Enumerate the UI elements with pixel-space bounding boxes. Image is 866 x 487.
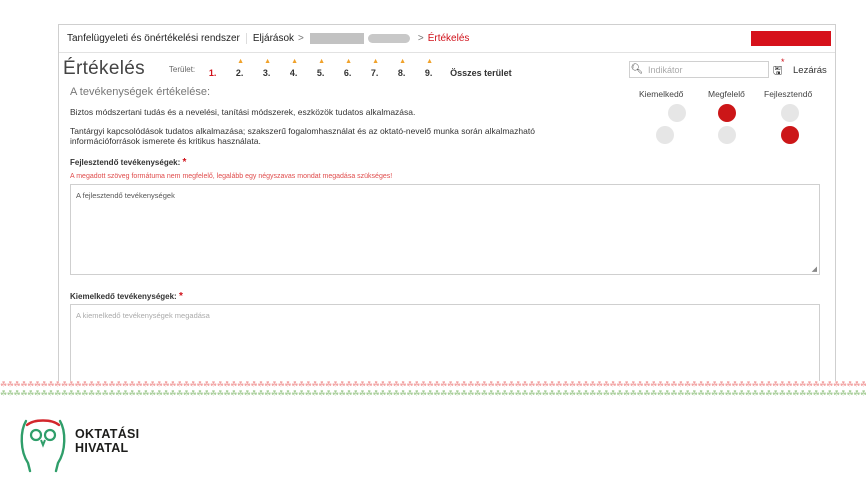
outstanding-textarea-placeholder: A kiemelkedő tevékenységek megadása	[76, 311, 210, 320]
tab-area-8[interactable]: ▲ 8.	[388, 58, 415, 78]
required-mark: *	[178, 291, 183, 302]
text-fields: Fejlesztendő tevékenységek: * A megadott…	[59, 151, 835, 381]
warning-icon: ▲	[426, 58, 434, 65]
outstanding-label: Kiemelkedő tevékenységek: *	[70, 291, 183, 302]
evaluation-window: Tanfelügyeleti és önértékelési rendszer …	[58, 24, 836, 381]
develop-textarea[interactable]: A fejlesztendő tevékenységek ◢	[70, 184, 820, 275]
tab-area-4[interactable]: ▲ 4.	[280, 58, 307, 78]
breadcrumb-separator: >	[298, 33, 304, 44]
warning-icon: ▲	[345, 58, 353, 65]
develop-error-message: A megadott szöveg formátuma nem megfelel…	[70, 173, 393, 180]
redacted-procedure-id	[367, 34, 410, 43]
tab-area-label: 1.	[208, 68, 217, 78]
warning-icon: ▲	[237, 58, 245, 65]
decorative-pattern: ☘☘☘☘☘☘☘☘☘☘☘☘☘☘☘☘☘☘☘☘☘☘☘☘☘☘☘☘☘☘☘☘☘☘☘☘☘☘☘☘…	[0, 380, 866, 408]
breadcrumb-separator: >	[417, 33, 424, 44]
breadcrumb-procedures[interactable]: Eljárások	[253, 33, 294, 44]
tab-area-1[interactable]: 1.	[199, 60, 226, 78]
warning-icon: ▲	[399, 58, 407, 65]
evaluation-row: Tantárgyi kapcsolódások tudatos alkalmaz…	[59, 121, 835, 151]
logo-line-1: OKTATÁSI	[75, 427, 140, 441]
tab-area-7[interactable]: ▲ 7.	[361, 58, 388, 78]
indicator-search: 🔍︎	[629, 61, 769, 78]
tab-area-6[interactable]: ▲ 6.	[334, 58, 361, 78]
tab-all-areas[interactable]: Összes terület	[450, 60, 512, 78]
warning-icon: ▲	[264, 58, 272, 65]
tab-area-9[interactable]: ▲ 9.	[415, 58, 442, 78]
evaluation-heading: A tevékenységek értékelése:	[70, 86, 211, 98]
close-evaluation-button[interactable]: Lezárás	[793, 65, 827, 76]
tab-area-label: 2.	[235, 68, 244, 78]
search-icon: 🔍︎	[630, 64, 644, 75]
logo-line-2: HIVATAL	[75, 441, 129, 455]
warning-icon: ▲	[291, 58, 299, 65]
warning-icon: ▲	[318, 58, 326, 65]
row-text: Tantárgyi kapcsolódások tudatos alkalmaz…	[70, 126, 535, 146]
warning-icon: ▲	[372, 58, 380, 65]
tab-area-label: 9.	[424, 68, 433, 78]
tab-area-label: 4.	[289, 68, 298, 78]
column-outstanding: Kiemelkedő	[639, 89, 684, 99]
tab-area-2[interactable]: ▲ 2.	[226, 58, 253, 78]
owl-icon	[20, 419, 66, 473]
area-label: Terület:	[168, 64, 196, 74]
rating-outstanding-radio[interactable]	[668, 104, 686, 122]
save-icon[interactable]: 🖫︎ *	[773, 57, 785, 81]
rating-outstanding-radio[interactable]	[656, 126, 674, 144]
evaluation-row: Biztos módszertani tudás és a nevelési, …	[59, 103, 835, 122]
tab-area-label: 6.	[343, 68, 352, 78]
pattern-line: ☘☘☘☘☘☘☘☘☘☘☘☘☘☘☘☘☘☘☘☘☘☘☘☘☘☘☘☘☘☘☘☘☘☘☘☘☘☘☘☘…	[0, 389, 866, 398]
breadcrumb: Tanfelügyeleti és önértékelési rendszer …	[59, 25, 835, 53]
develop-label: Fejlesztendő tevékenységek: *	[70, 157, 187, 168]
column-to-develop: Fejlesztendő	[764, 89, 813, 99]
rating-adequate-radio[interactable]	[718, 126, 736, 144]
logo-text: OKTATÁSI HIVATAL	[75, 427, 139, 455]
area-tabs: 1. ▲ 2. ▲ 3. ▲ 4. ▲ 5. ▲ 6. ▲ 7. ▲ 8. ▲ 9.	[199, 58, 442, 78]
page-header: Értékelés Terület: 1. ▲ 2. ▲ 3. ▲ 4. ▲ 5. ▲ 6. ▲ 7. ▲…	[59, 53, 835, 85]
redacted-procedure-name	[309, 33, 364, 44]
search-input[interactable]	[644, 64, 758, 75]
tab-area-label: 8.	[397, 68, 406, 78]
tab-area-label: 5.	[316, 68, 325, 78]
unsaved-star-icon: *	[781, 57, 785, 67]
column-adequate: Megfelelő	[708, 89, 745, 99]
tab-area-3[interactable]: ▲ 3.	[253, 58, 280, 78]
required-mark: *	[182, 157, 187, 168]
tab-area-label: 3.	[262, 68, 271, 78]
rating-to-develop-radio[interactable]	[781, 104, 799, 122]
resize-handle-icon[interactable]: ◢	[812, 265, 817, 273]
tab-area-5[interactable]: ▲ 5.	[307, 58, 334, 78]
evaluation-header: A tevékenységek értékelése: Kiemelkedő M…	[59, 85, 835, 103]
breadcrumb-current: Értékelés	[427, 33, 470, 44]
app-name[interactable]: Tanfelügyeleti és önértékelési rendszer	[67, 33, 247, 44]
outstanding-textarea[interactable]: A kiemelkedő tevékenységek megadása	[70, 304, 820, 381]
tab-area-label: 7.	[370, 68, 379, 78]
rating-to-develop-radio[interactable]	[781, 126, 799, 144]
redacted-user-button[interactable]	[751, 31, 831, 46]
pattern-line: ☘☘☘☘☘☘☘☘☘☘☘☘☘☘☘☘☘☘☘☘☘☘☘☘☘☘☘☘☘☘☘☘☘☘☘☘☘☘☘☘…	[0, 380, 866, 389]
oktatasi-hivatal-logo: OKTATÁSI HIVATAL	[18, 415, 158, 475]
row-text: Biztos módszertani tudás és a nevelési, …	[70, 107, 416, 117]
rating-adequate-radio[interactable]	[718, 104, 736, 122]
page-title: Értékelés	[63, 58, 145, 79]
develop-textarea-value: A fejlesztendő tevékenységek	[76, 191, 175, 200]
